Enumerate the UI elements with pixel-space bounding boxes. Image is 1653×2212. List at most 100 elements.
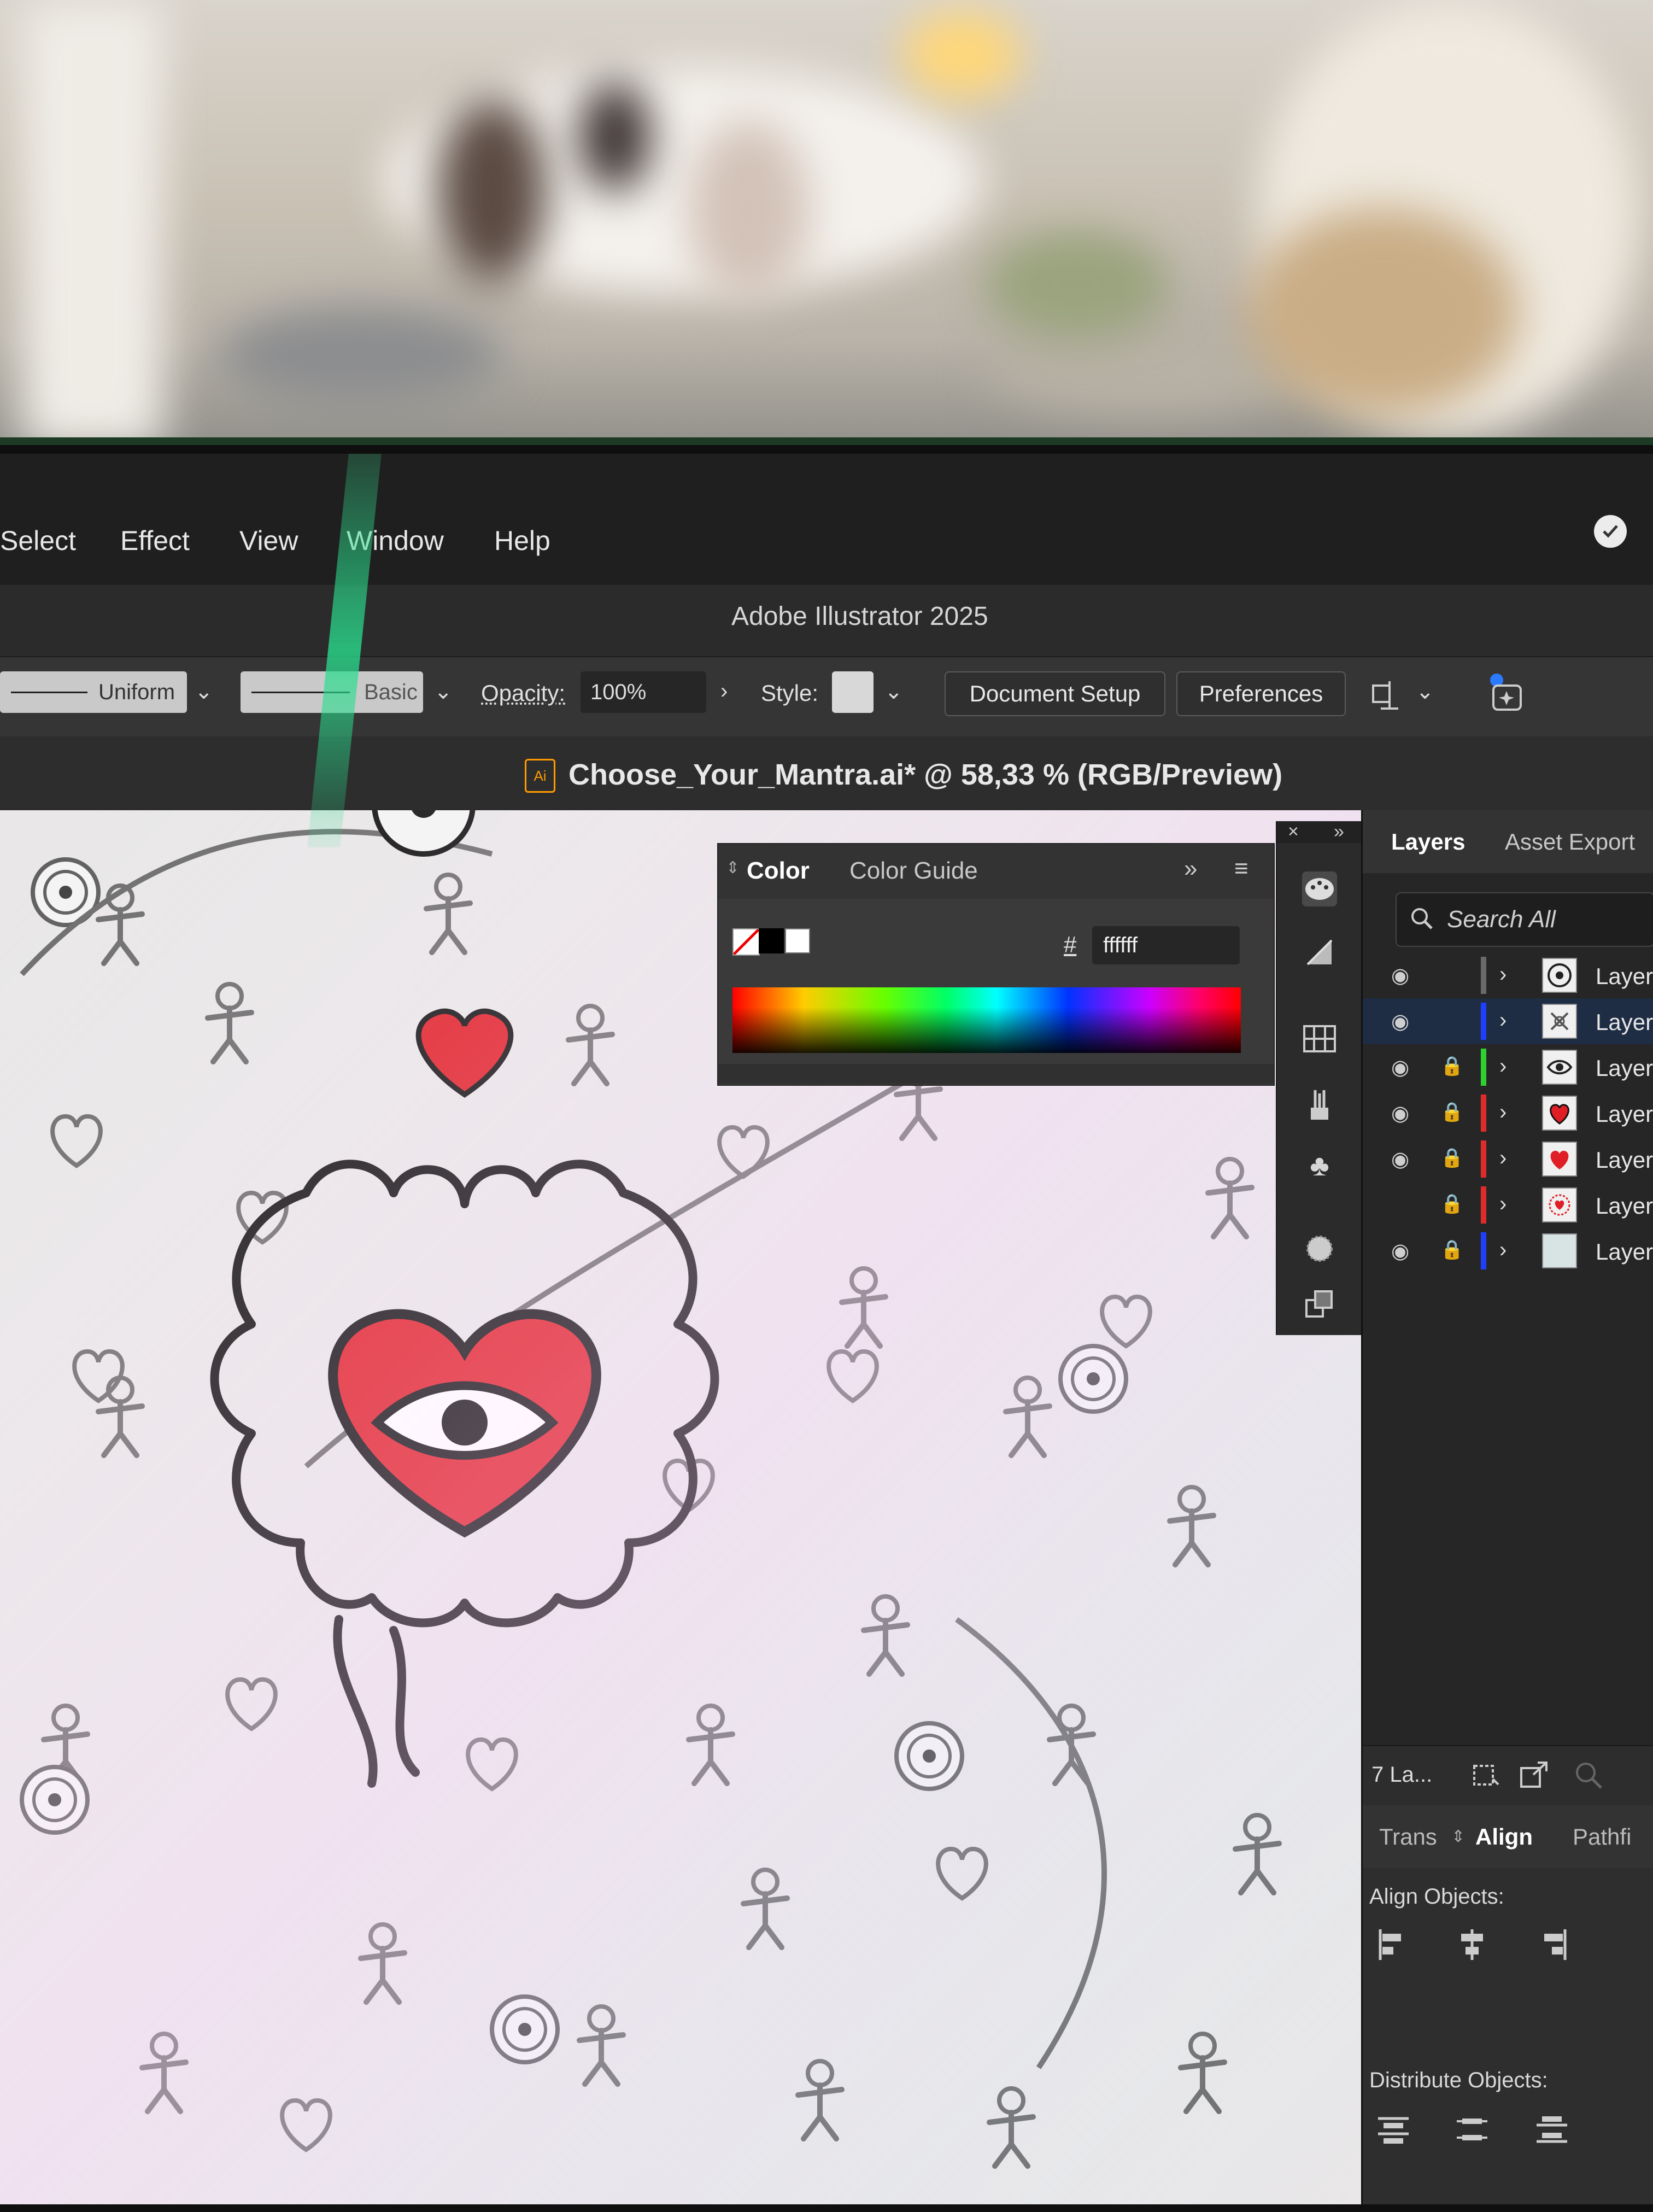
layer-row[interactable]: ◉ › Layer [1363, 952, 1653, 998]
menu-select[interactable]: Select [0, 525, 76, 557]
tab-color-guide[interactable]: Color Guide [849, 857, 978, 885]
tab-asset-export[interactable]: Asset Export [1505, 829, 1635, 855]
graphic-styles-icon[interactable] [1302, 1287, 1337, 1322]
panel-collapse-icon[interactable]: ⇕ [726, 858, 740, 877]
eye-icon[interactable]: ◉ [1391, 1147, 1415, 1171]
stroke-profile-dropdown[interactable]: Uniform [0, 671, 187, 713]
layers-panel: Layers Asset Export Search All ◉ › Layer… [1361, 810, 1653, 2204]
layer-thumbnail-eye [1542, 1050, 1577, 1085]
tab-align[interactable]: Align [1475, 1824, 1533, 1850]
menu-effect[interactable]: Effect [120, 525, 190, 557]
control-center-icon[interactable] [1594, 515, 1627, 548]
distribute-bottom-icon[interactable] [1530, 2109, 1574, 2152]
menu-view[interactable]: View [239, 525, 298, 557]
chevron-right-icon[interactable]: › [1499, 1146, 1507, 1171]
layer-row[interactable]: ◉ 🔒 › Layer [1363, 1090, 1653, 1136]
tab-transform[interactable]: Trans [1379, 1824, 1437, 1850]
align-objects-label: Align Objects: [1369, 1885, 1504, 1909]
layer-color-strip [1481, 1095, 1486, 1132]
document-title: Choose_Your_Mantra.ai* @ 58,33 % (RGB/Pr… [568, 758, 1283, 791]
layer-row[interactable]: ◉ 🔒 › Layer [1363, 1228, 1653, 1274]
eye-icon[interactable]: ◉ [1391, 1009, 1415, 1033]
align-horizontal-center-icon[interactable] [1450, 1923, 1494, 1967]
align-right-icon[interactable] [1530, 1923, 1574, 1967]
lock-icon[interactable]: 🔒 [1440, 1147, 1463, 1171]
tab-pathfinder[interactable]: Pathfi [1573, 1824, 1631, 1850]
eye-icon[interactable]: ◉ [1391, 1055, 1415, 1079]
layer-name[interactable]: Layer [1596, 1055, 1653, 1081]
arrange-icon[interactable] [1365, 676, 1404, 717]
gradient-icon[interactable] [1302, 935, 1337, 970]
lock-icon[interactable]: 🔒 [1440, 1055, 1463, 1079]
chevron-right-icon[interactable]: › [1499, 1054, 1507, 1079]
appearance-icon[interactable] [1302, 1231, 1337, 1266]
panel-collapse-icon[interactable]: ⇕ [1451, 1827, 1465, 1846]
color-spectrum[interactable] [732, 987, 1241, 1053]
chevron-right-icon[interactable]: › [1499, 1100, 1507, 1125]
distribute-objects-label: Distribute Objects: [1369, 2068, 1548, 2092]
locate-object-icon[interactable] [1573, 1759, 1605, 1795]
expand-icon[interactable]: » [1334, 821, 1344, 842]
eye-icon[interactable]: ◉ [1391, 1239, 1415, 1263]
chevron-down-icon[interactable]: ⌄ [884, 679, 903, 704]
export-icon[interactable] [1518, 1759, 1551, 1795]
collect-for-export-icon[interactable] [1470, 1759, 1503, 1795]
preferences-button[interactable]: Preferences [1176, 671, 1346, 716]
opacity-value: 100% [590, 680, 647, 704]
chevron-right-icon[interactable]: › [1499, 962, 1507, 987]
swatches-icon[interactable] [1302, 1021, 1337, 1056]
lock-icon[interactable]: 🔒 [1440, 1239, 1463, 1263]
quick-actions-icon[interactable] [1485, 671, 1528, 718]
layer-thumbnail-background [1542, 1233, 1577, 1268]
none-swatch[interactable] [732, 928, 760, 956]
layer-row[interactable]: ◉ 🔒 › Layer [1363, 1044, 1653, 1090]
chevron-down-icon[interactable]: ⌄ [1416, 679, 1434, 704]
chevron-right-icon[interactable]: › [720, 679, 728, 704]
ai-file-icon: Ai [525, 759, 555, 793]
chevron-down-icon[interactable]: ⌄ [434, 679, 453, 704]
layer-name[interactable]: Layer [1596, 1193, 1653, 1219]
symbols-icon[interactable]: ♣ [1302, 1148, 1337, 1183]
palette-icon[interactable] [1302, 871, 1337, 906]
panel-menu-icon[interactable]: ≡ [1234, 855, 1248, 882]
style-swatch[interactable] [832, 671, 874, 713]
white-swatch[interactable] [785, 928, 810, 953]
menu-help[interactable]: Help [494, 525, 550, 557]
layer-name[interactable]: Layer [1596, 1101, 1653, 1127]
lock-icon[interactable]: 🔒 [1440, 1193, 1463, 1217]
tab-color[interactable]: Color [747, 857, 810, 885]
eye-icon[interactable]: ◉ [1391, 963, 1415, 987]
distribute-vertical-center-icon[interactable] [1450, 2109, 1494, 2152]
lock-icon[interactable]: 🔒 [1440, 1101, 1463, 1125]
layer-row-selected[interactable]: ◉ › Layer [1363, 998, 1653, 1044]
layer-color-strip [1481, 1140, 1486, 1178]
layer-name[interactable]: Layer [1596, 1147, 1653, 1173]
chevron-right-icon[interactable]: › [1499, 1192, 1507, 1216]
layer-color-strip [1481, 1049, 1486, 1086]
layer-row[interactable]: ◉ 🔒 › Layer [1363, 1136, 1653, 1182]
brushes-icon[interactable] [1302, 1087, 1337, 1122]
style-label: Style: [761, 680, 819, 706]
layer-name[interactable]: Layer [1596, 963, 1653, 990]
chevron-right-icon[interactable]: › [1499, 1008, 1507, 1033]
close-icon[interactable]: × [1288, 821, 1299, 842]
opacity-input[interactable]: 100% [581, 671, 706, 713]
hex-input[interactable]: ffffff [1092, 926, 1240, 964]
layer-row[interactable]: 🔒 › Layer [1363, 1182, 1653, 1228]
panel-resize-grip[interactable] [718, 1064, 1274, 1084]
layer-name[interactable]: Layer [1596, 1009, 1653, 1035]
distribute-top-icon[interactable] [1371, 2109, 1415, 2152]
panel-expand-icon[interactable]: » [1184, 855, 1197, 882]
black-swatch[interactable] [759, 928, 784, 953]
chevron-down-icon[interactable]: ⌄ [195, 679, 213, 704]
eye-icon[interactable]: ◉ [1391, 1101, 1415, 1125]
chevron-right-icon[interactable]: › [1499, 1238, 1507, 1262]
layer-thumbnail-figures [1542, 1004, 1577, 1039]
layers-footer: 7 La... [1363, 1745, 1653, 1806]
layer-name[interactable]: Layer [1596, 1239, 1653, 1265]
layers-search-input[interactable]: Search All [1396, 892, 1653, 947]
tab-layers[interactable]: Layers [1391, 829, 1465, 855]
document-setup-button[interactable]: Document Setup [945, 671, 1165, 716]
align-left-icon[interactable] [1371, 1923, 1415, 1967]
opacity-label[interactable]: Opacity: [481, 680, 565, 706]
